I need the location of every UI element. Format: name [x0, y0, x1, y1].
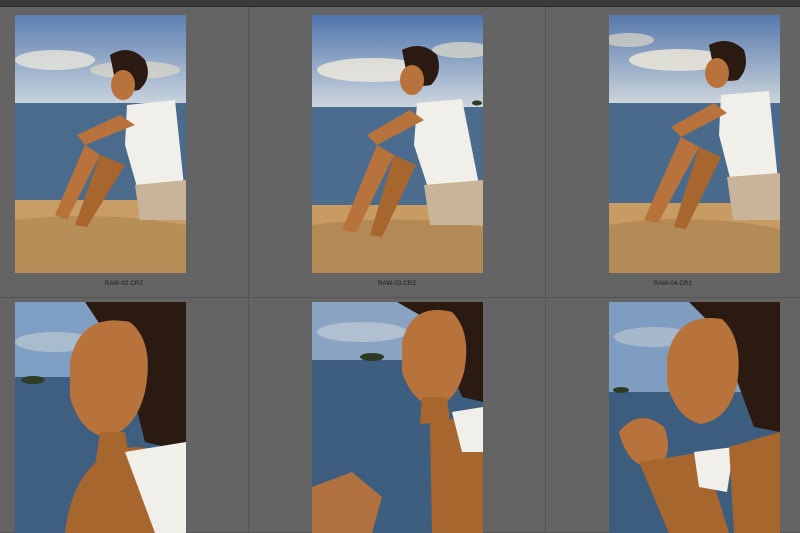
thumbnail-cell[interactable]: RAW-03.CR2: [249, 7, 546, 298]
photo-thumbnail[interactable]: [312, 15, 483, 273]
thumbnail-cell[interactable]: [249, 298, 546, 533]
seated-beach-photo: [15, 15, 186, 273]
thumbnail-cell[interactable]: [546, 298, 800, 533]
thumbnail-filename: RAW-02.CR2: [104, 281, 143, 287]
thumbnail-filename: RAW-03.CR2: [377, 281, 416, 287]
seated-beach-photo: [312, 15, 483, 273]
portrait-closeup-photo: [15, 302, 186, 533]
thumbnail-cell[interactable]: [0, 298, 249, 533]
portrait-closeup-photo: [312, 302, 483, 533]
thumbnail-grid: RAW-02.CR2 RAW-03.CR2 RAW-04.CR2: [0, 7, 800, 533]
photo-thumbnail[interactable]: [15, 15, 186, 273]
photo-thumbnail[interactable]: [312, 302, 483, 533]
top-toolbar-strip: [0, 0, 800, 7]
thumbnail-cell[interactable]: RAW-04.CR2: [546, 7, 800, 298]
photo-thumbnail[interactable]: [609, 302, 780, 533]
seated-beach-photo: [609, 15, 780, 273]
photo-thumbnail[interactable]: [15, 302, 186, 533]
thumbnail-cell[interactable]: RAW-02.CR2: [0, 7, 249, 298]
thumbnail-filename: RAW-04.CR2: [653, 281, 692, 287]
portrait-closeup-photo: [609, 302, 780, 533]
photo-thumbnail[interactable]: [609, 15, 780, 273]
